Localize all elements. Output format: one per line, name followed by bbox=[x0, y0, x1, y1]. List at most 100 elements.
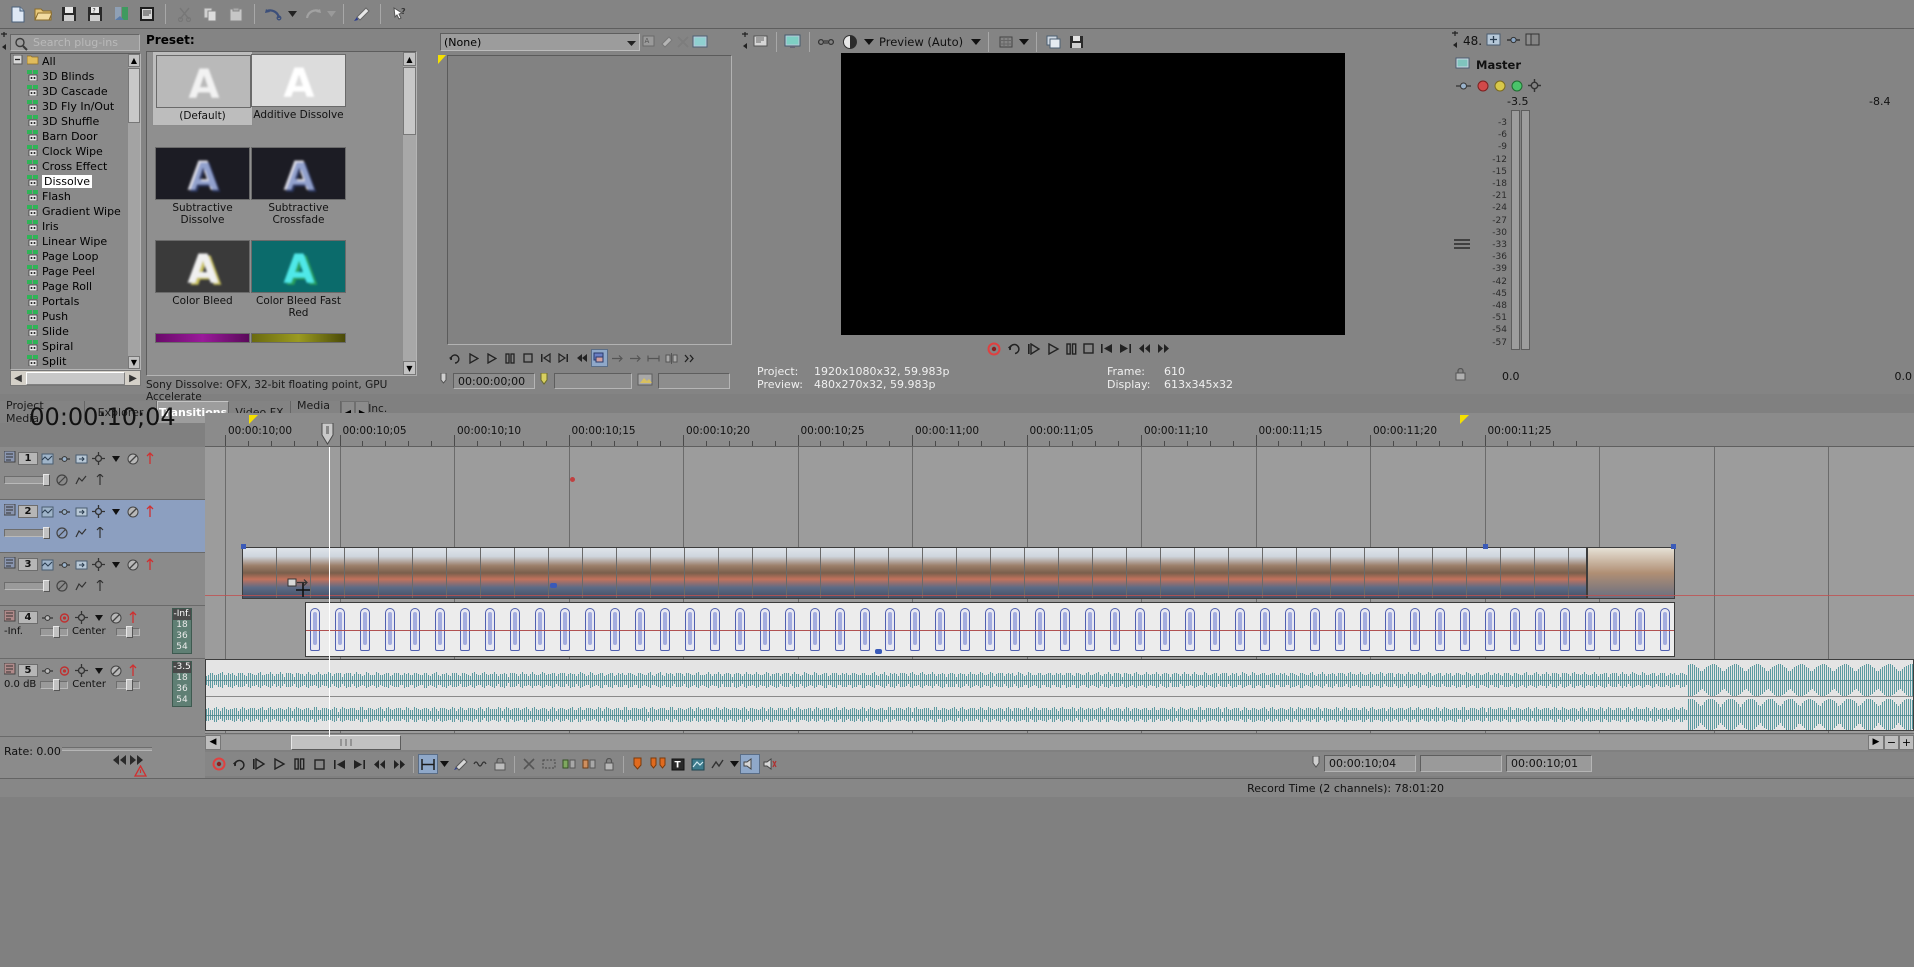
timeline-play-button[interactable] bbox=[269, 754, 289, 774]
timeline-solo-all-button[interactable] bbox=[760, 754, 780, 774]
timeline-zoom-out-button[interactable]: − bbox=[1884, 734, 1899, 750]
track-header-5[interactable]: 5 0.0 dB Center -3.5 18 36 54 bbox=[0, 659, 205, 737]
preview-overlays-dropdown-icon[interactable] bbox=[862, 30, 875, 54]
track-compose-icon[interactable] bbox=[40, 505, 55, 519]
track-level-value[interactable]: 0.0 dB bbox=[4, 679, 36, 690]
mixer-insert-bus-icon[interactable] bbox=[1486, 33, 1502, 50]
track-level-fader[interactable] bbox=[4, 474, 50, 486]
timeline-go-start-button[interactable] bbox=[329, 754, 349, 774]
track-mute-icon[interactable] bbox=[125, 452, 140, 466]
trimmer-close-button[interactable] bbox=[674, 33, 691, 51]
timeline-automation-dropdown-icon[interactable] bbox=[728, 754, 740, 774]
track-number[interactable]: 1 bbox=[18, 452, 38, 465]
track-pan-value[interactable]: Center bbox=[72, 679, 112, 690]
preview-next-frame-button[interactable] bbox=[1157, 343, 1170, 357]
timeline-normal-edit-button[interactable] bbox=[519, 754, 539, 774]
trimmer-pin-button[interactable] bbox=[657, 33, 674, 51]
track-mute-icon[interactable] bbox=[125, 558, 140, 572]
track-bypass-icon[interactable] bbox=[54, 579, 69, 593]
hscroll-left-icon[interactable]: ◀ bbox=[205, 734, 221, 750]
trimmer-play-button[interactable] bbox=[465, 349, 482, 367]
copy-button[interactable] bbox=[197, 2, 223, 26]
mixer-dock-handle[interactable] bbox=[1451, 31, 1459, 51]
track-level-fader[interactable] bbox=[4, 527, 50, 539]
track-compose-icon[interactable] bbox=[40, 558, 55, 572]
trimmer-length-field[interactable] bbox=[554, 373, 632, 389]
preview-project-video-button[interactable] bbox=[750, 33, 772, 51]
track-automation-icon[interactable] bbox=[73, 579, 88, 593]
timeline-selection-edit-button[interactable] bbox=[539, 754, 559, 774]
preset-item-subtractive-dissolve[interactable]: A A Subtractive Dissolve bbox=[155, 147, 250, 226]
timeline-zoom-edit-button[interactable] bbox=[559, 754, 579, 774]
plugin-item-3d-blinds[interactable]: 3D Blinds bbox=[11, 69, 140, 84]
trimmer-media-field[interactable] bbox=[658, 373, 730, 389]
plugin-tree[interactable]: All 3D Blinds 3D Cascade 3D Fly In/Out 3D Sh… bbox=[10, 53, 141, 370]
timeline-playhead[interactable] bbox=[329, 447, 330, 737]
trimmer-insert-a-button[interactable] bbox=[609, 349, 626, 367]
preset-item-olive-strip[interactable] bbox=[251, 333, 346, 343]
enable-snapping-button[interactable] bbox=[349, 2, 375, 26]
timeline-ruler[interactable]: 00:00:10;00 00:00:10;05 00:00:10;10 00:00:1… bbox=[205, 413, 1914, 447]
preset-item-color-bleed-fast-red[interactable]: A A Color Bleed Fast Red bbox=[251, 240, 346, 319]
preset-item--default-[interactable]: A (Default) bbox=[152, 52, 253, 126]
plugin-item-page-loop[interactable]: Page Loop bbox=[11, 249, 140, 264]
plugin-item-iris[interactable]: Iris bbox=[11, 219, 140, 234]
mixer-phase-icon[interactable] bbox=[1511, 80, 1523, 95]
track-solo-icon[interactable] bbox=[142, 558, 157, 572]
preset-item-additive-dissolve[interactable]: A Additive Dissolve bbox=[251, 54, 346, 121]
plugin-item-linear-wipe[interactable]: Linear Wipe bbox=[11, 234, 140, 249]
track-gear-dropdown-icon[interactable] bbox=[91, 664, 106, 678]
track-header-2[interactable]: 2 bbox=[0, 500, 205, 553]
timeline-play-from-start-button[interactable] bbox=[249, 754, 269, 774]
track-gear-icon[interactable] bbox=[91, 452, 106, 466]
preview-loop-button[interactable] bbox=[1007, 342, 1021, 358]
preview-external-monitor-button[interactable] bbox=[781, 33, 805, 51]
preset-item-purple-strip[interactable] bbox=[155, 333, 250, 343]
track-gear-dropdown-icon[interactable] bbox=[108, 558, 123, 572]
plugin-item-push[interactable]: Push bbox=[11, 309, 140, 324]
track-gear-dropdown-icon[interactable] bbox=[108, 452, 123, 466]
rate-slider-track[interactable] bbox=[62, 747, 152, 751]
plugin-item-spiral[interactable]: Spiral bbox=[11, 339, 140, 354]
scroll-thumb[interactable] bbox=[26, 371, 125, 385]
preview-record-button[interactable] bbox=[987, 342, 1001, 359]
search-input[interactable]: Search plug-ins bbox=[10, 34, 140, 51]
trimmer-skip-end-button[interactable] bbox=[555, 349, 572, 367]
track-header-3[interactable]: 3 bbox=[0, 553, 205, 606]
track-number[interactable]: 2 bbox=[18, 505, 38, 518]
timeline-enable-snapping-button[interactable] bbox=[450, 754, 470, 774]
plugin-item-3d-shuffle[interactable]: 3D Shuffle bbox=[11, 114, 140, 129]
plugin-item-flash[interactable]: Flash bbox=[11, 189, 140, 204]
redo-dropdown-icon[interactable] bbox=[325, 2, 338, 26]
timeline-next-frame-button[interactable] bbox=[389, 754, 409, 774]
preview-stop-button[interactable] bbox=[1083, 343, 1094, 357]
mixer-insert-fx-icon[interactable] bbox=[1506, 33, 1521, 50]
track-solo-icon[interactable] bbox=[125, 611, 140, 625]
track-number[interactable]: 5 bbox=[18, 664, 38, 677]
plugin-item-3d-fly-in-out[interactable]: 3D Fly In/Out bbox=[11, 99, 140, 114]
trimmer-canvas[interactable] bbox=[447, 55, 732, 345]
mixer-dock-icon[interactable] bbox=[1525, 33, 1540, 50]
timeline-zoom-in-button[interactable]: + bbox=[1899, 734, 1914, 750]
preview-play-button[interactable] bbox=[1047, 342, 1060, 358]
chevron-down-icon[interactable] bbox=[627, 36, 636, 49]
plugin-item-3d-cascade[interactable]: 3D Cascade bbox=[11, 84, 140, 99]
preview-save-snapshot-button[interactable] bbox=[1065, 33, 1087, 51]
plugin-item-cross-effect[interactable]: Cross Effect bbox=[11, 159, 140, 174]
track-volume-fader[interactable] bbox=[40, 625, 68, 638]
preview-video-surface[interactable] bbox=[841, 53, 1345, 335]
mixer-settings-icon[interactable] bbox=[1528, 79, 1541, 95]
preview-grid-dropdown-icon[interactable] bbox=[1017, 30, 1030, 54]
preview-split-screen-button[interactable] bbox=[814, 33, 838, 51]
trimmer-loop-button[interactable] bbox=[447, 349, 464, 367]
trimmer-pause-button[interactable] bbox=[501, 349, 518, 367]
whats-this-button[interactable]: ? bbox=[386, 2, 412, 26]
track-audio-fx-icon[interactable] bbox=[40, 611, 55, 625]
video-event-clip[interactable] bbox=[242, 547, 1587, 599]
track-pan-fader[interactable] bbox=[116, 678, 141, 691]
preview-quality-label[interactable]: Preview (Auto) bbox=[879, 35, 963, 49]
preview-go-end-button[interactable] bbox=[1119, 343, 1132, 357]
trimmer-fit-button[interactable] bbox=[645, 349, 662, 367]
ruler-marker-out-icon[interactable] bbox=[1460, 414, 1469, 427]
new-project-button[interactable] bbox=[4, 2, 30, 26]
